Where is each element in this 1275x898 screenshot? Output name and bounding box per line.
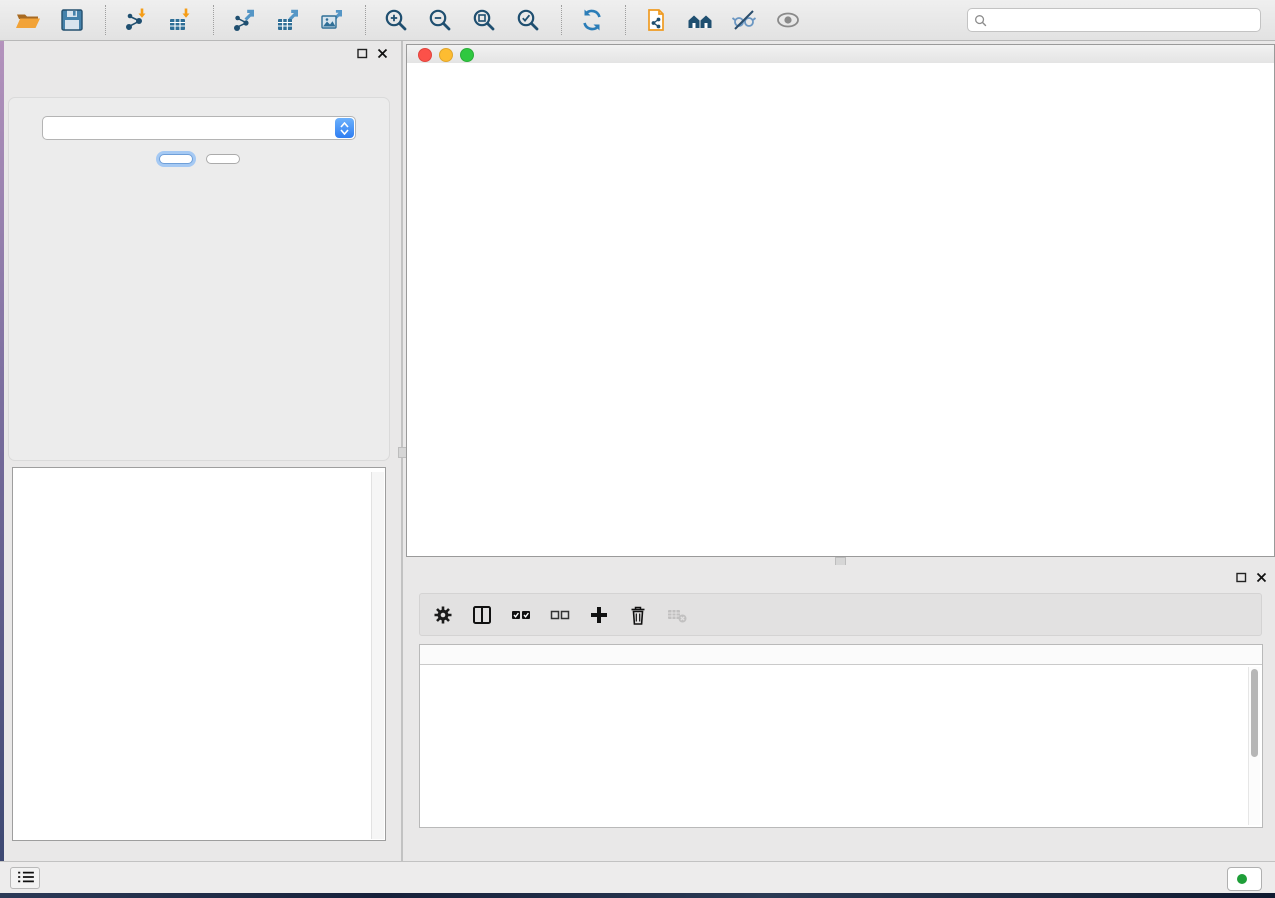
control-panel <box>4 41 396 861</box>
node-table-header <box>420 645 1262 665</box>
zoom-out-button[interactable] <box>425 5 459 35</box>
status-bar <box>0 861 1275 893</box>
close-panel-icon[interactable] <box>1256 572 1267 583</box>
table-panel <box>406 565 1275 861</box>
select-all-columns-button[interactable] <box>508 602 538 628</box>
eye-icon <box>775 7 801 33</box>
run-mcds-button[interactable] <box>159 154 193 164</box>
toolbar-separator <box>105 5 107 35</box>
zoom-in-button[interactable] <box>381 5 415 35</box>
export-network-icon <box>231 7 257 33</box>
import-network-icon <box>123 7 149 33</box>
delete-column-button[interactable] <box>625 602 655 628</box>
import-network-button[interactable] <box>121 5 155 35</box>
export-table-button[interactable] <box>273 5 307 35</box>
network-window-titlebar[interactable] <box>407 45 1274 64</box>
toolbar-separator <box>561 5 563 35</box>
zoom-fit-icon <box>471 7 497 33</box>
mcds-panel-body <box>8 97 390 461</box>
search-field[interactable] <box>967 8 1261 32</box>
zoom-selected-button[interactable] <box>513 5 547 35</box>
refresh-button[interactable] <box>577 5 611 35</box>
import-table-button[interactable] <box>165 5 199 35</box>
open-file-icon <box>15 7 41 33</box>
memory-button[interactable] <box>1227 867 1262 891</box>
neighbors-button[interactable] <box>685 5 719 35</box>
control-panel-titlebar <box>4 41 396 67</box>
show-details-button[interactable] <box>773 5 807 35</box>
toolbar-separator <box>365 5 367 35</box>
hide-details-button[interactable] <box>729 5 763 35</box>
network-graph <box>407 63 1274 556</box>
mcds-result-group <box>12 467 386 841</box>
import-table-icon <box>167 7 193 33</box>
table-options-gear-button[interactable] <box>430 602 460 628</box>
zoom-fit-button[interactable] <box>469 5 503 35</box>
network-canvas[interactable] <box>407 63 1274 556</box>
float-panel-icon[interactable] <box>357 48 368 59</box>
close-panel-button[interactable] <box>206 154 240 164</box>
delete-table-button[interactable] <box>664 602 694 628</box>
zoom-selected-icon <box>515 7 541 33</box>
trash-icon <box>627 604 649 626</box>
desktop-wallpaper-strip <box>0 893 1275 898</box>
list-icon <box>16 870 36 884</box>
new-network-icon <box>643 7 669 33</box>
memory-status-icon <box>1237 874 1247 884</box>
plus-icon <box>588 604 610 626</box>
export-table-icon <box>275 7 301 33</box>
criterion-select[interactable] <box>42 116 356 140</box>
select-stepper-icon <box>335 118 354 138</box>
hide-details-icon <box>731 7 757 33</box>
show-column-button[interactable] <box>469 602 499 628</box>
export-image-button[interactable] <box>317 5 351 35</box>
export-network-button[interactable] <box>229 5 263 35</box>
gear-icon <box>432 604 454 626</box>
table-panel-titlebar <box>406 565 1275 591</box>
close-panel-icon[interactable] <box>377 48 388 59</box>
network-view-window <box>406 44 1275 557</box>
export-image-icon <box>319 7 345 33</box>
unchecked-boxes-icon <box>549 604 571 626</box>
node-table <box>419 644 1263 828</box>
save-icon <box>59 7 85 33</box>
zoom-out-icon <box>427 7 453 33</box>
zoom-in-icon <box>383 7 409 33</box>
create-column-button[interactable] <box>586 602 616 628</box>
toolbar-separator <box>213 5 215 35</box>
mcds-list-scrollbar[interactable] <box>371 472 384 839</box>
columns-icon <box>471 604 493 626</box>
window-zoom-button[interactable] <box>460 48 474 62</box>
neighbors-icon <box>687 7 713 33</box>
window-close-button[interactable] <box>418 48 432 62</box>
table-scrollbar-thumb[interactable] <box>1251 669 1258 757</box>
open-file-button[interactable] <box>13 5 47 35</box>
new-network-button[interactable] <box>641 5 675 35</box>
delete-table-icon <box>666 604 688 626</box>
unselect-all-columns-button[interactable] <box>547 602 577 628</box>
float-panel-icon[interactable] <box>1236 572 1247 583</box>
checked-boxes-icon <box>510 604 532 626</box>
toolbar-separator <box>625 5 627 35</box>
search-icon <box>974 14 987 27</box>
refresh-icon <box>579 7 605 33</box>
main-toolbar <box>0 0 1275 41</box>
table-toolbar <box>419 593 1262 636</box>
search-input[interactable] <box>991 12 1254 28</box>
task-history-button[interactable] <box>10 867 40 889</box>
window-minimize-button[interactable] <box>439 48 453 62</box>
mcds-result-list[interactable] <box>14 474 371 839</box>
save-session-button[interactable] <box>57 5 91 35</box>
table-scrollbar[interactable] <box>1248 667 1260 825</box>
application-window <box>0 0 1275 898</box>
